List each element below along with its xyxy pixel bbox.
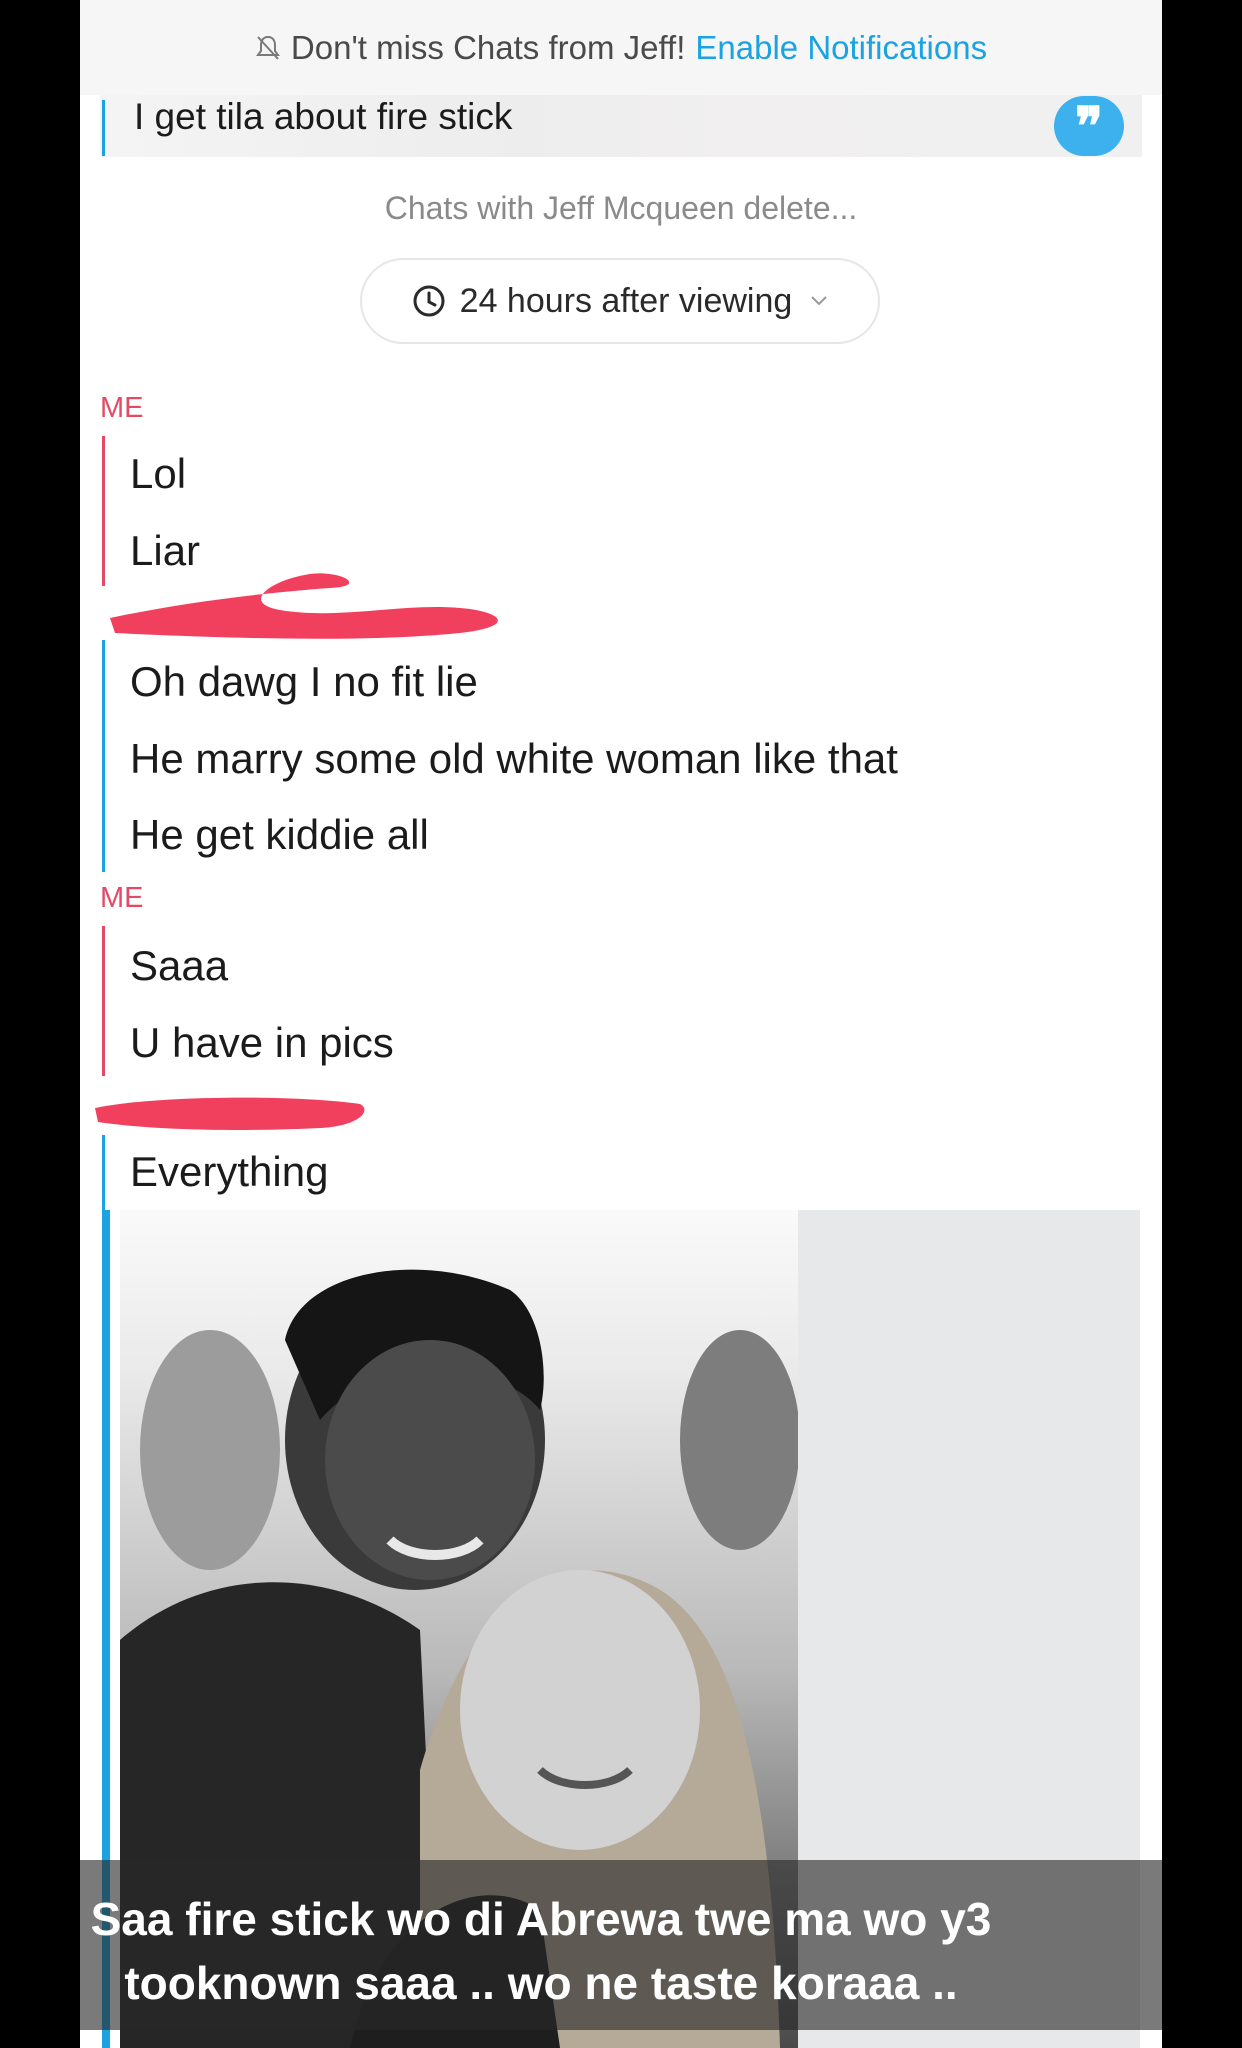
message-them-1[interactable]: Oh dawg I no fit lie xyxy=(130,658,478,706)
message-me-saaa[interactable]: Saaa xyxy=(130,942,228,990)
quoted-message-text: I get tila about fire stick xyxy=(134,96,513,137)
sender-label-me: ME xyxy=(100,392,144,424)
notification-banner: Don't miss Chats from Jeff! Enable Notif… xyxy=(80,0,1162,95)
chat-delete-info: Chats with Jeff Mcqueen delete... xyxy=(384,190,858,226)
notification-text: Don't miss Chats from Jeff! xyxy=(290,28,686,66)
message-group-bar-them-2 xyxy=(102,1135,105,1210)
quote-icon[interactable]: ❞ xyxy=(1054,96,1124,157)
quote-accent-bar xyxy=(102,100,105,156)
clock-icon xyxy=(412,284,446,318)
redaction-scribble xyxy=(110,573,498,639)
message-them-2[interactable]: He marry some old white woman like that xyxy=(130,735,898,783)
message-me-lol[interactable]: Lol xyxy=(130,450,186,498)
message-me-pics[interactable]: U have in pics xyxy=(130,1019,394,1067)
message-group-bar-them xyxy=(102,640,105,872)
message-group-bar-me-2 xyxy=(102,926,105,1076)
caption-line-2: tooknown saaa .. wo ne taste koraaa .. xyxy=(124,1957,958,2009)
chat-screen: Don't miss Chats from Jeff! Enable Notif… xyxy=(80,0,1162,2048)
chevron-down-icon xyxy=(810,295,828,307)
caption-line-1: Saa fire stick wo di Abrewa twe ma wo y3 xyxy=(90,1893,992,1945)
timer-label: 24 hours after viewing xyxy=(459,281,793,320)
redaction-scribble-2 xyxy=(95,1097,365,1130)
message-them-3[interactable]: He get kiddie all xyxy=(130,811,429,859)
bell-off-icon xyxy=(255,34,281,62)
sender-label-me-2: ME xyxy=(100,882,144,914)
delete-timer-dropdown[interactable]: 24 hours after viewing xyxy=(360,258,880,344)
message-them-everything[interactable]: Everything xyxy=(130,1148,328,1196)
enable-notifications-link[interactable]: Enable Notifications xyxy=(695,29,987,67)
